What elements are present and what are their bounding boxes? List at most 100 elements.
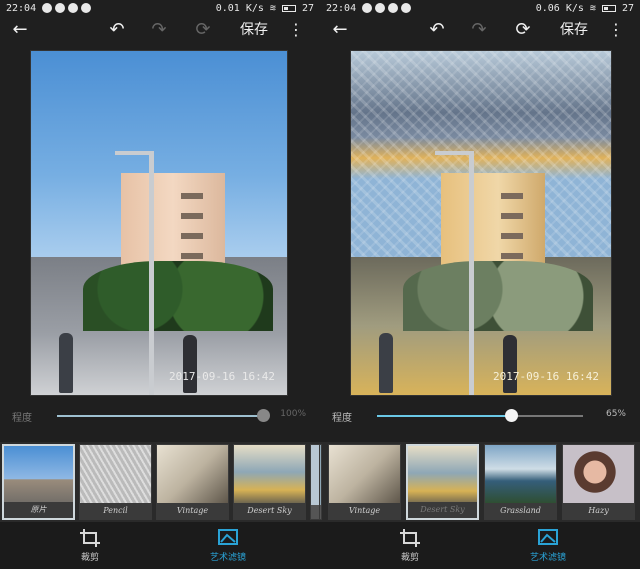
editor-toolbar: ← ↶ ↷ ⟳ 保存 ⋮ (0, 16, 320, 44)
network-speed: 0.01 K/s (215, 2, 264, 14)
left-editor-screen: 22:04 0.01 K/s ≋ 27 ← ↶ ↷ ⟳ 保存 ⋮ 2017-09… (0, 0, 320, 569)
filter-desert-sky[interactable]: Desert Sky (233, 444, 306, 520)
status-time: 22:04 (326, 2, 357, 14)
filter-thumbnail (320, 445, 321, 505)
intensity-slider-thumb[interactable] (504, 409, 518, 422)
save-button[interactable]: 保存 (558, 18, 590, 42)
more-vertical-icon[interactable]: ⋮ (608, 18, 624, 42)
filter-thumbnail (485, 445, 556, 505)
photo-person (59, 333, 73, 393)
filter-desert-sky[interactable]: Desert Sky (406, 444, 479, 520)
network-speed: 0.06 K/s (535, 2, 584, 14)
undo-icon[interactable]: ↶ (104, 18, 130, 42)
filter-grassland[interactable]: Grassland (484, 444, 557, 520)
filter-vintage[interactable]: Vintage (156, 444, 229, 520)
notification-icons (362, 3, 412, 13)
photo-timestamp: 2017-09-16 16:42 (493, 370, 599, 383)
notification-icon (68, 3, 79, 13)
filter-partial[interactable] (320, 444, 322, 520)
art-filter-icon (218, 529, 238, 545)
building-window (181, 253, 203, 259)
arrow-left-icon[interactable]: ← (328, 18, 352, 42)
intensity-value: 100% (280, 409, 306, 419)
crop-icon (400, 529, 420, 547)
crop-icon (80, 529, 100, 547)
intensity-slider-fill (377, 415, 511, 417)
intensity-label: 程度 (12, 413, 32, 424)
photo-person (503, 335, 517, 393)
filter-strip[interactable]: Vintage Desert Sky Grassland Hazy (320, 442, 640, 522)
wifi-icon: ≋ (589, 2, 596, 14)
filter-hazy[interactable]: Hazy (562, 444, 635, 520)
intensity-value: 65% (605, 409, 626, 419)
filter-label: Vintage (329, 503, 400, 519)
filter-thumbnail (563, 445, 634, 505)
filter-thumbnail (4, 446, 73, 506)
nav-art-filters[interactable]: 艺术滤镜 (508, 526, 588, 566)
reset-icon[interactable]: ⟳ (510, 18, 536, 42)
filter-thumbnail (408, 446, 477, 506)
street-lamp-pole (469, 151, 474, 395)
notification-icon (42, 3, 53, 13)
intensity-slider[interactable] (377, 409, 583, 422)
notification-icon (401, 3, 412, 13)
building-window (181, 193, 203, 199)
notification-icon (55, 3, 66, 13)
photo-preview-filtered: 2017-09-16 16:42 (350, 50, 612, 396)
filter-thumbnail (80, 445, 151, 505)
intensity-slider-fill (57, 415, 263, 417)
photo-person (183, 335, 197, 393)
notification-icon (81, 3, 92, 13)
status-bar: 22:04 0.01 K/s ≋ 27 (0, 0, 320, 16)
nav-art-filters-label: 艺术滤镜 (529, 553, 566, 563)
nav-crop[interactable]: 裁剪 (370, 526, 450, 566)
art-filter-icon (538, 529, 558, 545)
nav-crop[interactable]: 裁剪 (50, 526, 130, 566)
battery-icon (601, 4, 616, 12)
building-window (501, 193, 523, 199)
nav-crop-label: 裁剪 (80, 553, 99, 563)
notification-icon (388, 3, 399, 13)
intensity-slider[interactable] (57, 409, 270, 422)
filter-original[interactable]: 原片 (2, 444, 75, 520)
filter-vintage[interactable]: Vintage (328, 444, 401, 520)
undo-icon[interactable]: ↶ (424, 18, 450, 42)
arrow-left-icon[interactable]: ← (8, 18, 32, 42)
street-lamp-pole (149, 151, 154, 395)
filter-strip[interactable]: 原片 Pencil Vintage Desert Sky (0, 442, 320, 522)
street-lamp-arm (435, 151, 471, 155)
nav-crop-label: 裁剪 (400, 553, 419, 563)
filter-label: Desert Sky (408, 502, 477, 518)
notification-icon (362, 3, 373, 13)
street-lamp-arm (115, 151, 151, 155)
nav-art-filters-label: 艺术滤镜 (209, 553, 246, 563)
filter-label: 原片 (4, 502, 73, 518)
intensity-slider-thumb[interactable] (257, 409, 270, 422)
bottom-navigation: 裁剪 艺术滤镜 (0, 522, 320, 569)
battery-icon (281, 4, 296, 12)
photo-timestamp: 2017-09-16 16:42 (169, 370, 275, 383)
battery-level: 27 (621, 2, 634, 14)
filter-label: Desert Sky (234, 503, 305, 519)
photo-trees (403, 261, 593, 331)
filter-thumbnail (234, 445, 305, 505)
filter-thumbnail (157, 445, 228, 505)
notification-icons (42, 3, 92, 13)
filter-partial[interactable] (310, 444, 320, 520)
intensity-slider-row: 程度 100% (0, 404, 320, 428)
filter-pencil[interactable]: Pencil (79, 444, 152, 520)
save-button[interactable]: 保存 (238, 18, 270, 42)
battery-level: 27 (301, 2, 314, 14)
photo-preview: 2017-09-16 16:42 (30, 50, 288, 396)
bottom-navigation: 裁剪 艺术滤镜 (320, 522, 640, 569)
filter-label: Pencil (80, 503, 151, 519)
redo-icon: ↷ (151, 19, 167, 40)
status-time: 22:04 (6, 2, 37, 14)
more-vertical-icon[interactable]: ⋮ (288, 18, 304, 42)
building-window (501, 233, 523, 239)
filter-thumbnail (329, 445, 400, 505)
redo-icon: ↷ (471, 19, 487, 40)
building-window (181, 233, 203, 239)
status-bar: 22:04 0.06 K/s ≋ 27 (320, 0, 640, 16)
nav-art-filters[interactable]: 艺术滤镜 (188, 526, 268, 566)
